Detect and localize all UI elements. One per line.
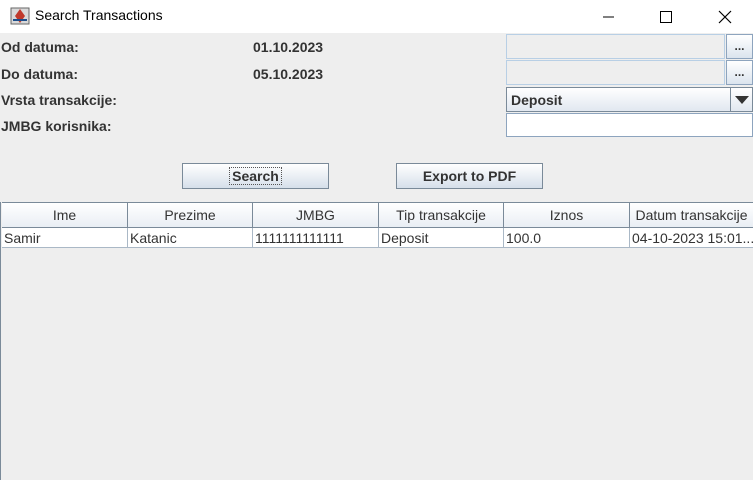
column-header[interactable]: Tip transakcije [379, 202, 504, 228]
table-cell[interactable]: Katanic [128, 228, 253, 248]
search-button-label: Search [229, 167, 282, 185]
table-cell[interactable]: 1111111111111 [253, 228, 379, 248]
transaction-type-label: Vrsta transakcije: [1, 92, 117, 108]
search-button[interactable]: Search [182, 163, 329, 189]
table-header: Ime Prezime JMBG Tip transakcije Iznos D… [2, 202, 753, 228]
jmbg-label: JMBG korisnika: [1, 118, 112, 134]
table-body: Samir Katanic 1111111111111 Deposit 100.… [2, 228, 753, 248]
transaction-type-select[interactable]: Deposit [506, 87, 753, 112]
dropdown-button[interactable] [730, 88, 753, 111]
close-button[interactable] [700, 0, 750, 33]
maximize-icon [660, 10, 672, 23]
column-header[interactable]: JMBG [253, 202, 379, 228]
to-date-picker-button[interactable]: ... [726, 60, 753, 85]
close-icon [718, 10, 732, 23]
transactions-table[interactable]: Ime Prezime JMBG Tip transakcije Iznos D… [0, 202, 753, 480]
table-cell[interactable]: Deposit [379, 228, 504, 248]
to-date-label: Do datuma: [1, 66, 78, 82]
maximize-button[interactable] [641, 0, 691, 33]
table-cell[interactable]: 04-10-2023 15:01... [630, 228, 753, 248]
from-date-picker-button[interactable]: ... [726, 34, 753, 59]
table-cell[interactable]: 100.0 [504, 228, 630, 248]
column-header[interactable]: Prezime [128, 202, 253, 228]
table-row[interactable]: Samir Katanic 1111111111111 Deposit 100.… [2, 228, 753, 248]
column-header[interactable]: Iznos [504, 202, 630, 228]
table-cell[interactable]: Samir [2, 228, 128, 248]
window-title: Search Transactions [35, 7, 163, 23]
transaction-type-selected: Deposit [511, 92, 563, 108]
to-date-field[interactable] [506, 60, 725, 85]
from-date-label: Od datuma: [1, 39, 79, 55]
chevron-down-icon [735, 95, 749, 104]
column-header[interactable]: Ime [2, 202, 128, 228]
from-date-field[interactable] [506, 34, 725, 59]
jmbg-input[interactable] [506, 113, 753, 137]
java-app-icon [10, 7, 30, 25]
column-header[interactable]: Datum transakcije [630, 202, 753, 228]
minimize-icon [603, 16, 614, 17]
minimize-button[interactable] [584, 0, 634, 33]
export-pdf-button[interactable]: Export to PDF [396, 163, 543, 189]
title-bar: Search Transactions [0, 0, 753, 33]
to-date-value: 05.10.2023 [253, 66, 324, 82]
from-date-value: 01.10.2023 [253, 39, 324, 55]
